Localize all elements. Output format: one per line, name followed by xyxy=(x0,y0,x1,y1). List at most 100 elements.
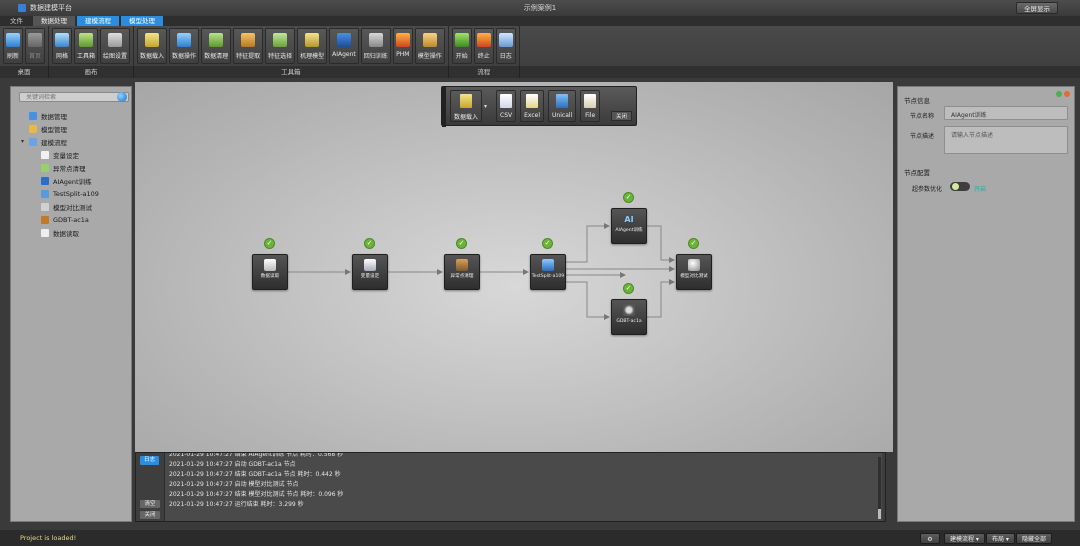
tree-item-label: 建模流程 xyxy=(41,138,67,147)
ribbon-button-label: 工具箱 xyxy=(77,53,96,60)
tree-item[interactable]: TestSplit-a109 xyxy=(11,187,131,200)
flow-node-ai-agent[interactable]: AI AIAgent训练 xyxy=(611,208,647,244)
flow-node-split[interactable]: TestSplit-a109 xyxy=(530,254,566,290)
ribbon-button-data-clean[interactable]: 数据清理 xyxy=(201,28,232,64)
tree-item[interactable]: ▾ 建模流程 xyxy=(11,135,131,148)
flow-node-outlier[interactable]: 异常点清理 xyxy=(444,254,480,290)
status-layout-button[interactable]: 布局 ▾ xyxy=(986,533,1015,544)
tree-item-label: GDBT-ac1a xyxy=(53,215,89,224)
ribbon-button-label: 数据清理 xyxy=(204,53,229,60)
ft-data-load-label: 数据载入 xyxy=(454,114,479,121)
node-config-title: 节点配置 xyxy=(904,169,930,177)
hyperparam-toggle[interactable] xyxy=(950,182,970,191)
chevron-down-icon[interactable]: ▾ xyxy=(21,138,29,145)
tree-item-label: 数据管理 xyxy=(41,112,67,121)
log-scrollbar[interactable] xyxy=(878,457,881,519)
flow-connections xyxy=(288,223,675,320)
tree-item[interactable]: 变量设定 xyxy=(11,148,131,161)
log-line: 2021-01-29 10:47:27 结束 AIAgent训练 节点 耗时：0… xyxy=(169,453,344,458)
node-desc-field[interactable]: 请输入节点描述 xyxy=(944,126,1068,154)
ribbon-button-log[interactable]: 日志 xyxy=(495,28,516,64)
ribbon-button-phm[interactable]: PHM xyxy=(392,28,413,64)
tree-item[interactable]: 模型管理 xyxy=(11,122,131,135)
flow-node-label: GDBT-ac1a xyxy=(616,319,642,324)
panel-window-icons xyxy=(1056,91,1070,97)
toolbar-grip[interactable] xyxy=(442,87,446,127)
search-input[interactable] xyxy=(19,92,129,102)
flow-node-data-read[interactable]: 数据读取 xyxy=(252,254,288,290)
menu-tab-data[interactable]: 数据处理 xyxy=(33,16,75,26)
ribbon-button-data-operate[interactable]: 数据操作 xyxy=(169,28,200,64)
ribbon-button-label: 首页 xyxy=(28,53,41,60)
flow-canvas[interactable]: 数据载入 ▾ CSV Excel Unicall File 关闭 数据读取 ✓ 变量… xyxy=(135,82,893,452)
ribbon-button-grid[interactable]: 网格 xyxy=(52,28,72,64)
ribbon-button-toolbox[interactable]: 工具箱 xyxy=(74,28,99,64)
ribbon-button-mechanism-model[interactable]: 机理模型 xyxy=(297,28,328,64)
ribbon-button-label: 日志 xyxy=(499,53,512,60)
tree-item[interactable]: 模型对比测试 xyxy=(11,200,131,213)
database-icon xyxy=(29,111,37,120)
ribbon-button-feature-extract[interactable]: 特征提取 xyxy=(233,28,264,64)
ft-unicall-button[interactable]: Unicall xyxy=(548,90,577,122)
restore-icon[interactable] xyxy=(1056,91,1062,97)
toolbar-close-button[interactable]: 关闭 xyxy=(610,111,632,121)
status-flow-button[interactable]: 建模流程 ▾ xyxy=(944,533,985,544)
tree-item[interactable]: 数据读取 xyxy=(11,226,131,239)
model-operate-icon xyxy=(422,33,437,47)
log-scrollbar-thumb[interactable] xyxy=(878,509,881,519)
ribbon-button-feature-select[interactable]: 特征选择 xyxy=(265,28,296,64)
file-icon xyxy=(584,94,597,108)
settings-gear-button[interactable]: ⚙ xyxy=(920,533,940,544)
tree-item-label: 模型对比测试 xyxy=(53,203,92,212)
menu-tab-modeling[interactable]: 建模流程 xyxy=(77,16,119,26)
log-close-button[interactable]: 关闭 xyxy=(140,511,160,519)
menu-tab-model[interactable]: 模型处理 xyxy=(121,16,163,26)
search-icon[interactable] xyxy=(117,92,127,102)
chevron-down-icon[interactable]: ▾ xyxy=(484,103,490,110)
ft-excel-button[interactable]: Excel xyxy=(520,90,545,122)
node-desc-label: 节点描述 xyxy=(910,133,935,140)
ribbon-button-label: 开始 xyxy=(455,53,468,60)
ribbon-button-label: 模型操作 xyxy=(417,53,442,60)
hide-all-button[interactable]: 隐藏全部 xyxy=(1016,533,1053,544)
ribbon-button-play[interactable]: 开始 xyxy=(451,28,472,64)
ribbon-button-ai-agent[interactable]: AIAgent xyxy=(329,28,359,64)
log-panel: 日志 清空 关闭 2021-01-29 10:47:27 结束 AIAgent训… xyxy=(135,452,886,522)
node-name-field[interactable]: AIAgent训练 xyxy=(944,106,1068,120)
ribbon-button-data-load[interactable]: 数据载入 xyxy=(137,28,168,64)
ribbon-button-gear[interactable]: 绘图设置 xyxy=(100,28,131,64)
menu-tab-file[interactable]: 文件 xyxy=(2,16,31,26)
tree-item[interactable]: GDBT-ac1a xyxy=(11,213,131,226)
ft-data-load-button[interactable]: 数据载入 xyxy=(450,90,483,122)
excel-file-icon xyxy=(526,94,539,108)
flow-node-compare[interactable]: 模型对比测试 xyxy=(676,254,712,290)
log-tab[interactable]: 日志 xyxy=(140,456,160,465)
ribbon-button-label: 回归训练 xyxy=(363,53,388,60)
success-check-icon: ✓ xyxy=(623,192,634,203)
flow-node-variable[interactable]: 变量设定 xyxy=(352,254,388,290)
ribbon-button-label: PHM xyxy=(396,51,410,58)
log-clear-button[interactable]: 清空 xyxy=(140,500,160,508)
ribbon-button-home[interactable]: 首页 xyxy=(25,28,45,64)
ribbon-button-refresh[interactable]: 刷新 xyxy=(3,28,23,64)
ft-csv-button[interactable]: CSV xyxy=(496,90,517,122)
data-operate-icon xyxy=(177,33,192,47)
ribbon-button-regression[interactable]: 回归训练 xyxy=(360,28,391,64)
home-icon xyxy=(28,33,42,47)
ft-file-button[interactable]: File xyxy=(580,90,601,122)
ribbon-button-stop[interactable]: 终止 xyxy=(473,28,494,64)
ribbon-group-labels: 桌面 画布 工具箱 流程 xyxy=(0,66,1080,78)
connector-split-gdbt xyxy=(566,281,610,320)
flow-node-gdbt[interactable]: GDBT-ac1a xyxy=(611,299,647,335)
tree-item[interactable]: AIAgent训练 xyxy=(11,174,131,187)
close-icon[interactable] xyxy=(1064,91,1070,97)
ribbon-button-label: AIAgent xyxy=(332,51,356,58)
log-line: 2021-01-29 10:47:27 结束 模型对比测试 节点 耗时：0.09… xyxy=(169,491,344,498)
tree-item[interactable]: 异常点清理 xyxy=(11,161,131,174)
ribbon-button-model-operate[interactable]: 模型操作 xyxy=(414,28,445,64)
tree-item[interactable]: 数据管理 xyxy=(11,109,131,122)
ft-file-label: File xyxy=(585,112,596,119)
stop-icon xyxy=(476,33,491,47)
fullscreen-button[interactable]: 全屏显示 xyxy=(1016,2,1058,14)
unicall-icon xyxy=(556,94,569,108)
